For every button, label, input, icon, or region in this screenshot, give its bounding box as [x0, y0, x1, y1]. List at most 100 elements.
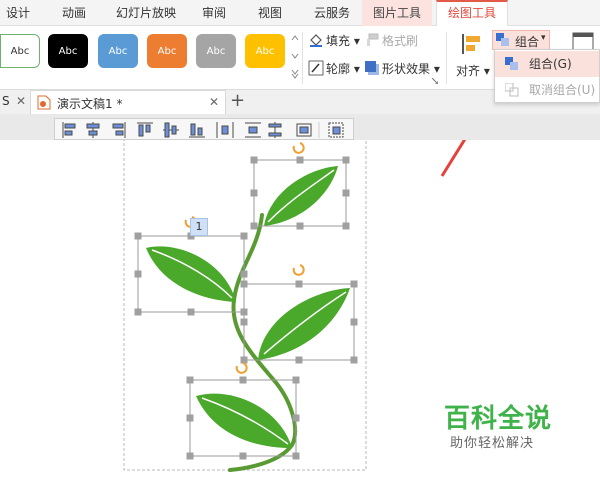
watermark-subtitle: 助你轻松解决 [450, 436, 535, 451]
resize-handle[interactable] [240, 232, 248, 240]
tab-design[interactable]: 设计 [0, 0, 36, 26]
outline-pen-icon [308, 60, 324, 76]
align-bottom-icon[interactable] [189, 123, 205, 138]
close-icon[interactable]: ✕ [16, 94, 26, 108]
selection-order-badge: 1 [190, 218, 208, 236]
ribbon-separator [302, 32, 303, 84]
menu-item-ungroup-label: 取消组合(U) [529, 83, 596, 97]
resize-handle[interactable] [134, 270, 142, 278]
align-icon [462, 34, 480, 54]
resize-handle[interactable] [186, 414, 194, 422]
tab-current-document[interactable]: 演示文稿1 * ✕ [30, 90, 226, 114]
shape-effect-icon [365, 61, 379, 75]
resize-handle[interactable] [186, 452, 194, 460]
resize-handle[interactable] [250, 156, 258, 164]
shape-style-swatch-4[interactable]: Abc [147, 34, 187, 68]
tab-review[interactable]: 审阅 [196, 0, 232, 26]
align-right-icon[interactable] [112, 122, 126, 138]
resize-handle[interactable] [350, 356, 358, 364]
resize-handle[interactable] [350, 280, 358, 288]
tab-cloud-service[interactable]: 云服务 [306, 0, 358, 26]
resize-handle[interactable] [350, 318, 358, 326]
shape-style-swatch-3[interactable]: Abc [98, 34, 138, 68]
leaf-bottom-left[interactable] [196, 393, 292, 448]
shape-effect-button[interactable]: 形状效果 ▾ [382, 60, 440, 77]
gallery-scroll-icon[interactable] [290, 34, 300, 82]
resize-handle[interactable] [342, 189, 350, 197]
resize-handle[interactable] [240, 270, 248, 278]
shape-style-swatch-2[interactable]: Abc [48, 34, 88, 68]
ungroup-icon [505, 83, 519, 97]
distribute-vertical-icon[interactable] [245, 122, 261, 138]
new-tab-plus-icon[interactable]: + [230, 90, 245, 111]
tab-drawing-tools[interactable]: 绘图工具 [436, 0, 508, 27]
presentation-file-icon [37, 95, 51, 110]
resize-handle[interactable] [239, 376, 247, 384]
resize-handle[interactable] [134, 308, 142, 316]
resize-handle[interactable] [187, 308, 195, 316]
ribbon-separator [446, 32, 447, 84]
fit-slide-icon[interactable] [296, 123, 312, 137]
menu-item-group-label: 组合(G) [529, 57, 572, 71]
group-icon [505, 57, 518, 70]
tab-animation[interactable]: 动画 [54, 0, 94, 26]
paint-bucket-icon [310, 34, 322, 47]
resize-handle[interactable] [296, 156, 304, 164]
resize-handle[interactable] [239, 452, 247, 460]
red-arrow-annotation [440, 140, 467, 177]
group-objects-icon[interactable] [328, 122, 344, 138]
resize-handle[interactable] [250, 189, 258, 197]
leaf-top[interactable] [264, 166, 338, 226]
alignment-mini-toolbar [54, 118, 354, 140]
align-center-icon[interactable] [86, 122, 100, 138]
align-button[interactable]: 对齐 ▾ [456, 62, 490, 79]
group-dropdown-menu: 组合(G) 取消组合(U) [494, 49, 600, 103]
resize-handle[interactable] [342, 156, 350, 164]
align-left-icon[interactable] [62, 122, 76, 138]
menu-item-group[interactable]: 组合(G) [495, 51, 599, 77]
chevron-down-icon: ▾ [541, 33, 546, 43]
resize-handle[interactable] [250, 222, 258, 230]
tab-view[interactable]: 视图 [252, 0, 288, 26]
document-tab-title: 演示文稿1 * [57, 97, 123, 111]
resize-handle[interactable] [240, 308, 248, 316]
resize-handle[interactable] [186, 376, 194, 384]
menu-item-ungroup[interactable]: 取消组合(U) [495, 77, 599, 103]
resize-handle[interactable] [295, 356, 303, 364]
resize-handle[interactable] [292, 376, 300, 384]
align-top-icon[interactable] [137, 122, 153, 137]
resize-handle[interactable] [240, 280, 248, 288]
shape-style-swatch-1[interactable]: Abc [0, 34, 40, 68]
resize-handle[interactable] [240, 318, 248, 326]
tab-slideshow[interactable]: 幻灯片放映 [110, 0, 182, 26]
distribute-horizontal-icon[interactable] [216, 122, 234, 138]
resize-handle[interactable] [134, 232, 142, 240]
resize-handle[interactable] [296, 222, 304, 230]
format-painter-button[interactable]: 格式刷 [382, 32, 418, 49]
rotate-handle-icon[interactable] [292, 142, 305, 154]
shape-style-swatch-6[interactable]: Abc [245, 34, 285, 68]
dialog-launcher-icon[interactable] [432, 78, 438, 84]
leaf-left[interactable] [146, 246, 236, 302]
fill-button[interactable]: 填充 ▾ [326, 32, 360, 49]
format-painter-icon [367, 33, 379, 46]
leaf-middle-right[interactable] [258, 288, 350, 360]
align-middle-icon[interactable] [163, 122, 179, 138]
equal-spacing-icon[interactable] [268, 122, 282, 138]
group-button-label: 组合 [515, 35, 540, 49]
menu-tab-bar: 设计 动画 幻灯片放映 审阅 视图 云服务 图片工具 绘图工具 [0, 0, 600, 27]
outline-button[interactable]: 轮廓 ▾ [326, 60, 360, 77]
group-icon [496, 33, 509, 46]
resize-handle[interactable] [295, 280, 303, 288]
watermark-title: 百科全说 [444, 404, 553, 434]
resize-handle[interactable] [342, 222, 350, 230]
rotate-handle-icon[interactable] [235, 362, 248, 374]
shape-style-swatch-5[interactable]: Abc [196, 34, 236, 68]
rotate-handle-icon[interactable] [292, 264, 305, 276]
tab-picture-tools[interactable]: 图片工具 [362, 0, 432, 26]
resize-handle[interactable] [292, 414, 300, 422]
close-icon[interactable]: ✕ [209, 95, 219, 109]
resize-handle[interactable] [292, 452, 300, 460]
group-button[interactable]: 组合 ▾ [492, 30, 550, 50]
previous-tab-fragment[interactable]: S [2, 94, 10, 108]
